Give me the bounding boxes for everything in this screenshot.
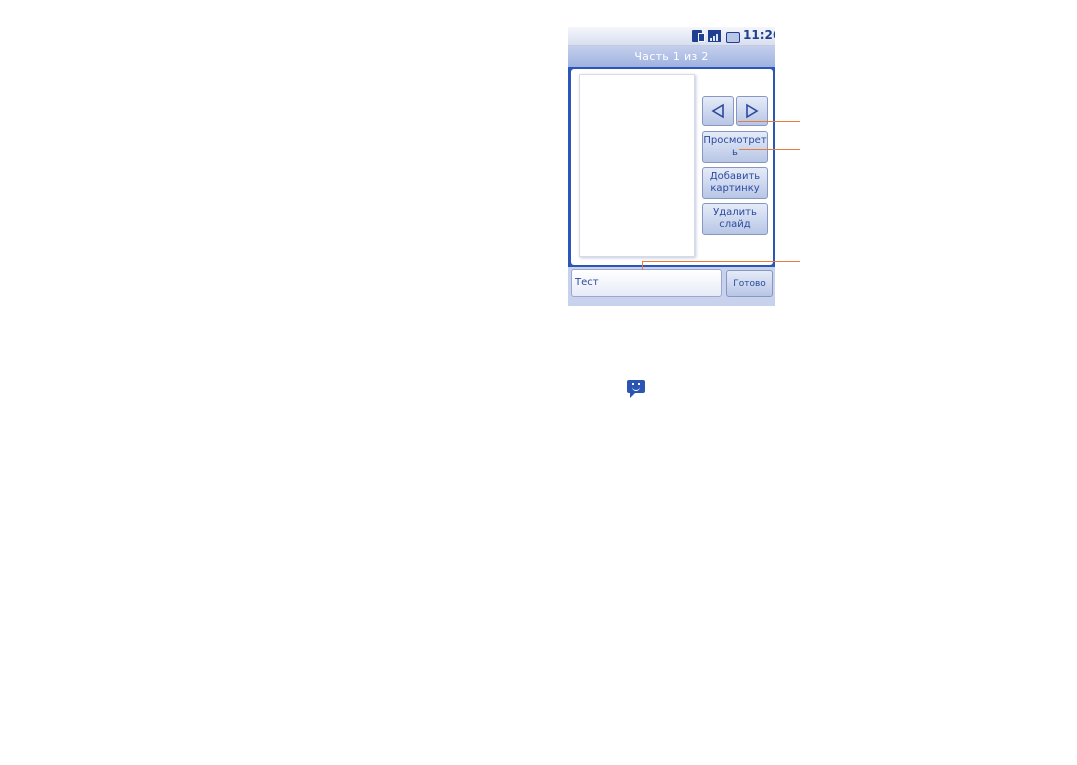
preview-button[interactable]: Просмотрет ь bbox=[702, 131, 768, 163]
slide-preview[interactable] bbox=[579, 74, 695, 257]
page-title: Часть 1 из 2 bbox=[568, 46, 775, 67]
slide-text-input[interactable]: Тест bbox=[571, 269, 722, 297]
bottom-bar: Тест Готово bbox=[568, 267, 775, 306]
sim-icon bbox=[692, 30, 705, 42]
chat-icon-eye bbox=[632, 383, 634, 385]
arrow-right-icon bbox=[746, 103, 759, 119]
chat-icon-eye bbox=[638, 383, 640, 385]
signal-icon bbox=[708, 30, 721, 42]
arrow-left-icon bbox=[711, 103, 724, 119]
chat-smiley-icon bbox=[627, 380, 645, 398]
callout-tick-text bbox=[642, 261, 643, 270]
done-button-label: Готово bbox=[733, 278, 766, 289]
status-bar: 11:26 bbox=[568, 27, 775, 46]
callout-line-preview bbox=[739, 149, 800, 150]
preview-button-label: Просмотрет ь bbox=[703, 135, 767, 158]
chat-icon-mouth bbox=[632, 387, 640, 391]
phone-screen: 11:26 Часть 1 из 2 Просмотрет ь Добавить… bbox=[568, 27, 775, 306]
slide-editor: Просмотрет ь Добавить картинку Удалить с… bbox=[571, 69, 773, 265]
add-picture-button[interactable]: Добавить картинку bbox=[702, 167, 768, 199]
callout-line-navigation bbox=[738, 121, 800, 122]
battery-icon bbox=[726, 32, 740, 43]
done-button[interactable]: Готово bbox=[726, 270, 773, 297]
callout-line-text bbox=[642, 261, 800, 262]
remove-slide-button-label: Удалить слайд bbox=[713, 207, 757, 230]
add-picture-button-label: Добавить картинку bbox=[709, 171, 761, 194]
clock: 11:26 bbox=[743, 28, 775, 42]
remove-slide-button[interactable]: Удалить слайд bbox=[702, 203, 768, 235]
prev-slide-button[interactable] bbox=[702, 96, 734, 126]
